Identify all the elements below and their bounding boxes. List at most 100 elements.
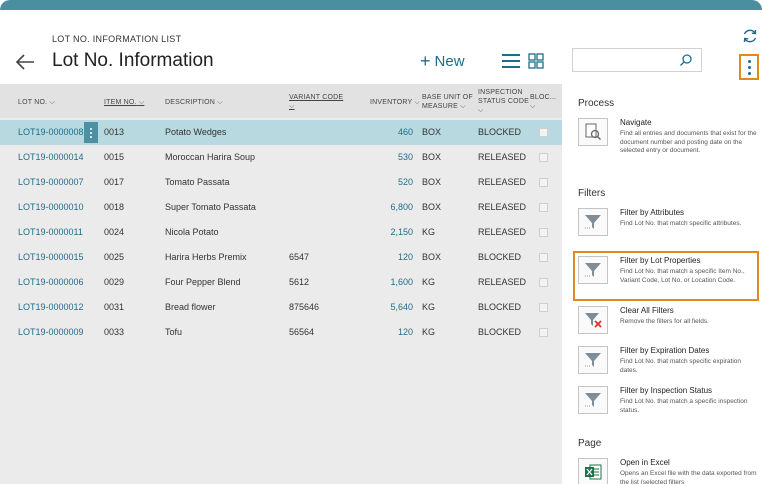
uom-cell: BOX xyxy=(422,252,442,262)
table-row[interactable]: LOT19-0000011 0024 Nicola Potato 2,150 K… xyxy=(0,220,562,245)
lot-no-cell[interactable]: LOT19-0000011 xyxy=(18,227,83,237)
table-row[interactable]: LOT19-0000010 0018 Super Tomato Passata … xyxy=(0,195,562,220)
col-lot-no[interactable]: LOT NO. ⌵ xyxy=(18,98,55,107)
action-description: Remove the filters for all fields. xyxy=(620,318,709,325)
description-cell: Tomato Passata xyxy=(165,177,230,187)
table-row[interactable]: LOT19-0000012 0031 Bread flower 875646 5… xyxy=(0,295,562,320)
col-blocked[interactable]: BLOC... ⌵ xyxy=(530,93,556,111)
status-cell: RELEASED xyxy=(478,227,527,237)
status-cell: RELEASED xyxy=(478,177,527,187)
item-no-cell: 0013 xyxy=(104,127,125,137)
action-description: Find Lot No. that match specific attribu… xyxy=(620,220,742,227)
lot-no-cell[interactable]: LOT19-0000008 xyxy=(18,127,84,137)
inventory-cell[interactable]: 1,600 xyxy=(365,277,413,287)
uom-cell: KG xyxy=(422,227,436,237)
action-description: Find all entries and documents that exis… xyxy=(620,130,757,154)
action-description: Find Lot No. that match a specific inspe… xyxy=(620,398,748,414)
inventory-cell[interactable]: 120 xyxy=(365,252,413,262)
inventory-cell[interactable]: 6,800 xyxy=(365,202,413,212)
group-title-filters: Filters xyxy=(578,188,606,199)
blocked-checkbox[interactable] xyxy=(539,253,548,262)
uom-cell: BOX xyxy=(422,152,442,162)
inventory-cell[interactable]: 460 xyxy=(365,127,413,137)
group-title-page: Page xyxy=(578,438,602,449)
item-no-cell: 0029 xyxy=(104,277,125,287)
navigate-icon xyxy=(578,118,608,146)
table-row[interactable]: LOT19-0000015 0025 Harira Herbs Premix 6… xyxy=(0,245,562,270)
col-inventory[interactable]: INVENTORY ⌵ xyxy=(370,98,420,107)
action-name: Filter by Attributes xyxy=(620,208,685,217)
group-title-process: Process xyxy=(578,98,615,109)
blocked-checkbox[interactable] xyxy=(539,203,548,212)
inventory-cell[interactable]: 520 xyxy=(365,177,413,187)
page-header: LOT NO. INFORMATION LIST Lot No. Informa… xyxy=(0,10,562,84)
description-cell: Nicola Potato xyxy=(165,227,219,237)
lot-no-cell[interactable]: LOT19-0000015 xyxy=(18,252,84,262)
status-cell: RELEASED xyxy=(478,277,527,287)
lot-no-cell[interactable]: LOT19-0000006 xyxy=(18,277,84,287)
table-row[interactable]: LOT19-0000009 0033 Tofu 56564 120 KG BLO… xyxy=(0,320,562,345)
uom-cell: KG xyxy=(422,277,436,287)
right-header xyxy=(562,10,762,84)
action-name: Filter by Expiration Dates xyxy=(620,346,710,355)
uom-cell: BOX xyxy=(422,202,442,212)
new-button[interactable]: + New xyxy=(420,52,465,70)
col-variant-code[interactable]: VARIANT CODE ⌵ xyxy=(289,93,343,111)
inventory-cell[interactable]: 2,150 xyxy=(365,227,413,237)
table-row[interactable]: LOT19-0000014 0015 Moroccan Harira Soup … xyxy=(0,145,562,170)
uom-cell: KG xyxy=(422,327,436,337)
description-cell: Four Pepper Blend xyxy=(165,277,241,287)
inventory-cell[interactable]: 530 xyxy=(365,152,413,162)
excel-icon xyxy=(578,458,608,484)
lot-no-cell[interactable]: LOT19-0000012 xyxy=(18,302,84,312)
more-options-button[interactable] xyxy=(739,54,759,80)
blocked-checkbox[interactable] xyxy=(539,328,548,337)
blocked-checkbox[interactable] xyxy=(539,178,548,187)
plus-icon: + xyxy=(420,51,431,71)
clear-filter-icon xyxy=(578,306,608,334)
item-no-cell: 0017 xyxy=(104,177,125,187)
blocked-checkbox[interactable] xyxy=(539,153,548,162)
action-name: Clear All Filters xyxy=(620,306,674,315)
item-no-cell: 0018 xyxy=(104,202,125,212)
table-row[interactable]: LOT19-0000006 0029 Four Pepper Blend 561… xyxy=(0,270,562,295)
row-menu-button[interactable] xyxy=(84,122,98,143)
search-input[interactable] xyxy=(572,48,702,72)
refresh-icon[interactable] xyxy=(742,28,758,44)
filter-icon xyxy=(578,256,608,284)
table-row[interactable]: LOT19-0000008 0013 Potato Wedges 460 BOX… xyxy=(0,120,562,145)
lot-no-cell[interactable]: LOT19-0000014 xyxy=(18,152,84,162)
col-inspection-status[interactable]: INSPECTION STATUS CODE ⌵ xyxy=(478,88,529,115)
back-arrow-icon[interactable] xyxy=(14,52,36,72)
status-cell: BLOCKED xyxy=(478,302,522,312)
lot-no-cell[interactable]: LOT19-0000007 xyxy=(18,177,84,187)
lot-no-cell[interactable]: LOT19-0000009 xyxy=(18,327,84,337)
lot-no-cell[interactable]: LOT19-0000010 xyxy=(18,202,84,212)
tile-view-icon[interactable] xyxy=(528,53,544,69)
item-no-cell: 0033 xyxy=(104,327,125,337)
blocked-checkbox[interactable] xyxy=(539,303,548,312)
item-no-cell: 0031 xyxy=(104,302,125,312)
col-base-unit[interactable]: BASE UNIT OF MEASURE ⌵ xyxy=(422,93,473,111)
description-cell: Tofu xyxy=(165,327,183,337)
list-view-icon[interactable] xyxy=(502,53,520,69)
actions-panel: Process Navigate Find all entries and do… xyxy=(562,84,762,484)
description-cell: Super Tomato Passata xyxy=(165,202,256,212)
uom-cell: BOX xyxy=(422,127,442,137)
col-description[interactable]: DESCRIPTION ⌵ xyxy=(165,98,223,107)
status-cell: BLOCKED xyxy=(478,127,522,137)
window-top-bar xyxy=(0,0,762,10)
blocked-checkbox[interactable] xyxy=(539,228,548,237)
filter-icon xyxy=(578,386,608,414)
action-name: Filter by Lot Properties xyxy=(620,256,701,265)
action-description: Opens an Excel file with the data export… xyxy=(620,470,757,484)
blocked-checkbox[interactable] xyxy=(539,278,548,287)
inventory-cell[interactable]: 120 xyxy=(365,327,413,337)
col-item-no[interactable]: ITEM NO. ⌵ xyxy=(104,98,144,107)
new-button-label: New xyxy=(434,52,465,70)
page-title: Lot No. Information xyxy=(52,50,214,71)
table-row[interactable]: LOT19-0000007 0017 Tomato Passata 520 BO… xyxy=(0,170,562,195)
inventory-cell[interactable]: 5,640 xyxy=(365,302,413,312)
blocked-checkbox[interactable] xyxy=(539,128,548,137)
description-cell: Harira Herbs Premix xyxy=(165,252,247,262)
